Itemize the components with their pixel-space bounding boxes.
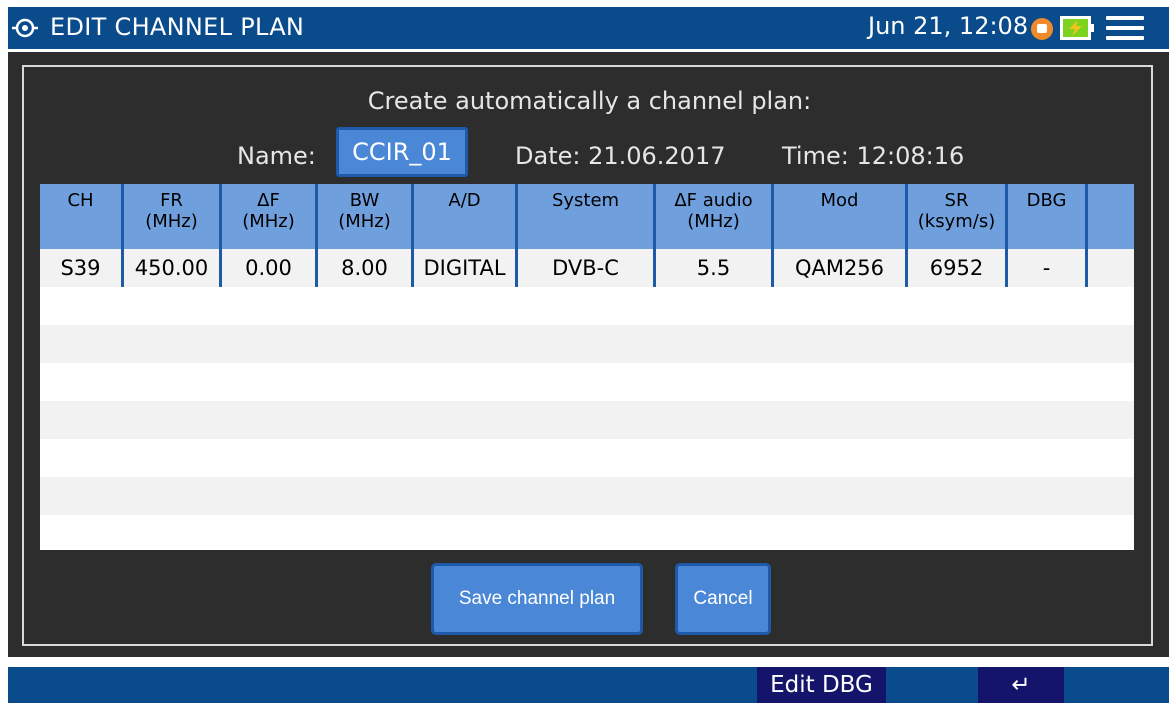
cell-dbg[interactable]: -: [1008, 249, 1088, 287]
table-row-empty: [40, 401, 1134, 439]
channel-table: CH FR (MHz) ΔF (MHz) BW (MHz) A/D System ΔF…: [40, 184, 1134, 550]
form-heading: Create automatically a channel plan:: [367, 87, 812, 115]
column-header-fr[interactable]: FR (MHz): [124, 184, 222, 249]
table-row-empty: [40, 363, 1134, 401]
table-row[interactable]: S39 450.00 0.00 8.00 DIGITAL DVB-C 5.5 Q…: [40, 249, 1134, 287]
cell-delta-f[interactable]: 0.00: [222, 249, 318, 287]
cell-system[interactable]: DVB-C: [518, 249, 656, 287]
column-header-ch[interactable]: CH: [40, 184, 124, 249]
cell-ch[interactable]: S39: [40, 249, 124, 287]
return-arrow-icon: ↵: [1011, 672, 1031, 698]
cell-extra[interactable]: [1088, 249, 1134, 287]
column-header-mod[interactable]: Mod: [774, 184, 908, 249]
back-softkey[interactable]: ↵: [978, 667, 1064, 703]
cell-bw[interactable]: 8.00: [318, 249, 414, 287]
main-panel: Create automatically a channel plan: Nam…: [8, 52, 1169, 657]
edit-dbg-softkey[interactable]: Edit DBG: [757, 667, 886, 703]
date-display: Date: 21.06.2017: [515, 142, 726, 170]
table-row-empty: [40, 325, 1134, 363]
table-row-empty: [40, 287, 1134, 325]
table-header: CH FR (MHz) ΔF (MHz) BW (MHz) A/D System ΔF…: [40, 184, 1134, 249]
top-bar: EDIT CHANNEL PLAN Jun 21, 12:08: [8, 7, 1169, 49]
table-row-empty: [40, 477, 1134, 515]
save-channel-plan-button[interactable]: Save channel plan: [431, 563, 643, 635]
datetime-display: Jun 21, 12:08: [868, 12, 1029, 40]
cell-sr[interactable]: 6952: [908, 249, 1008, 287]
column-header-delta-f-audio[interactable]: ΔF audio (MHz): [656, 184, 774, 249]
column-header-bw[interactable]: BW (MHz): [318, 184, 414, 249]
cell-fr[interactable]: 450.00: [124, 249, 222, 287]
table-row-empty: [40, 515, 1134, 550]
record-icon: [1031, 18, 1053, 40]
column-header-delta-f[interactable]: ΔF (MHz): [222, 184, 318, 249]
channel-plan-frame: Create automatically a channel plan: Nam…: [22, 65, 1153, 646]
target-icon: [12, 18, 38, 38]
column-header-dbg[interactable]: DBG: [1008, 184, 1088, 249]
name-field[interactable]: CCIR_01: [336, 127, 468, 177]
cell-mod[interactable]: QAM256: [774, 249, 908, 287]
menu-icon[interactable]: [1106, 16, 1144, 40]
column-header-system[interactable]: System: [518, 184, 656, 249]
battery-charging-icon: [1060, 16, 1094, 40]
page-title: EDIT CHANNEL PLAN: [50, 13, 305, 41]
name-label: Name:: [237, 142, 316, 170]
cell-ad[interactable]: DIGITAL: [414, 249, 518, 287]
column-header-extra[interactable]: [1088, 184, 1134, 249]
cancel-button[interactable]: Cancel: [675, 563, 771, 635]
table-row-empty: [40, 439, 1134, 477]
column-header-ad[interactable]: A/D: [414, 184, 518, 249]
time-display: Time: 12:08:16: [782, 142, 965, 170]
cell-delta-f-audio[interactable]: 5.5: [656, 249, 774, 287]
column-header-sr[interactable]: SR (ksym/s): [908, 184, 1008, 249]
bottom-bar: Edit DBG ↵: [8, 667, 1169, 703]
